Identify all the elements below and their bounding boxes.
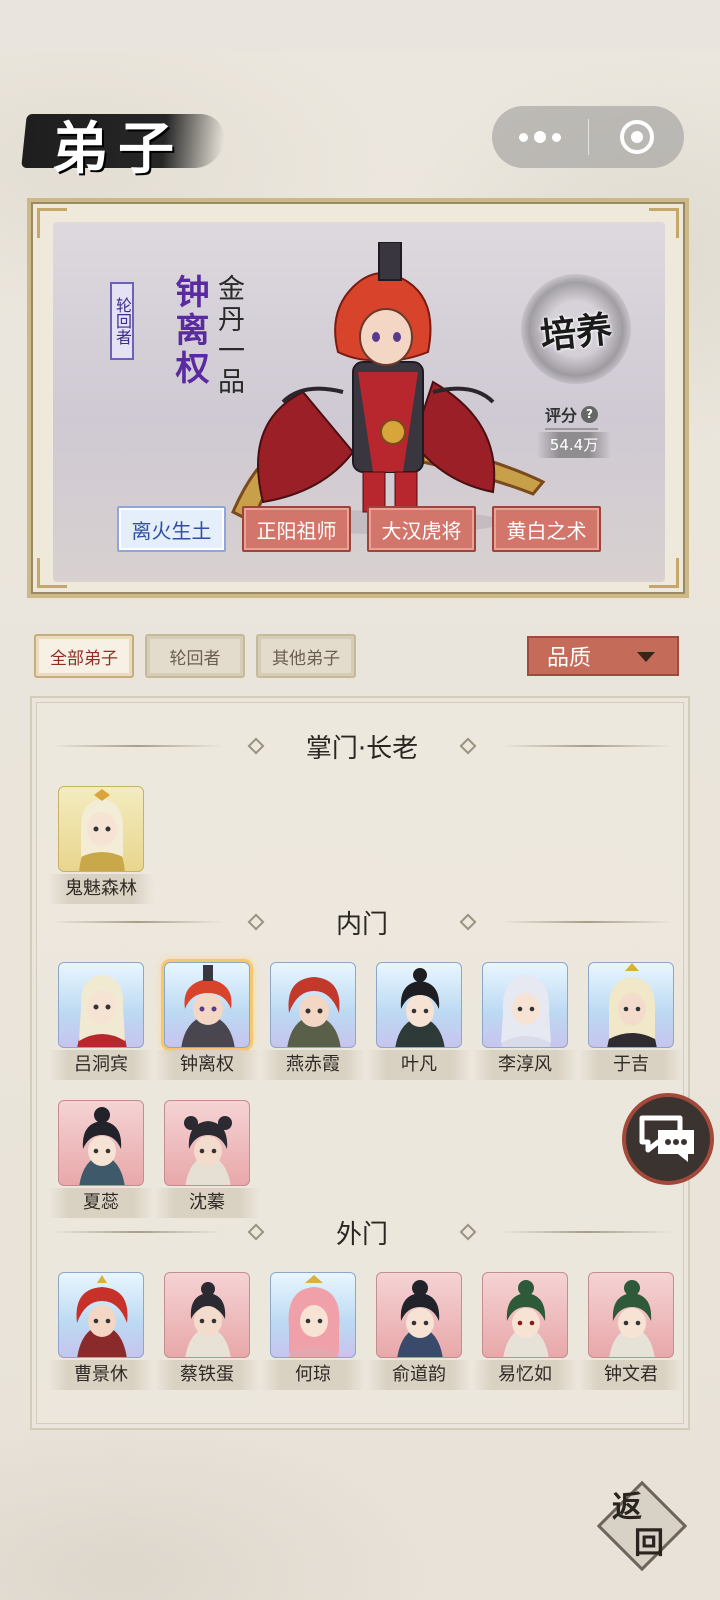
avatar bbox=[164, 962, 250, 1048]
disciple-card[interactable]: 吕洞宾 bbox=[48, 962, 154, 1082]
avatar bbox=[482, 962, 568, 1048]
sort-dropdown[interactable]: 品质 bbox=[527, 636, 679, 676]
divider-line bbox=[502, 745, 672, 747]
avatar bbox=[164, 1272, 250, 1358]
avatar bbox=[376, 962, 462, 1048]
divider-line bbox=[52, 745, 222, 747]
back-label-char: 返 bbox=[612, 1490, 642, 1525]
divider-line bbox=[52, 921, 222, 923]
diamond-icon bbox=[459, 1223, 477, 1241]
trait-badge[interactable]: 正阳祖师 bbox=[242, 506, 351, 552]
more-dots-icon-center bbox=[534, 131, 546, 143]
diamond-icon bbox=[247, 913, 265, 931]
filter-tab-others[interactable]: 其他弟子 bbox=[256, 634, 356, 678]
disciple-card[interactable]: 俞道韵 bbox=[366, 1272, 472, 1392]
divider-line bbox=[52, 1231, 222, 1233]
avatar bbox=[376, 1272, 462, 1358]
diamond-icon bbox=[247, 737, 265, 755]
chat-button[interactable] bbox=[622, 1093, 714, 1185]
disciple-card[interactable]: 易忆如 bbox=[472, 1272, 578, 1392]
disciple-card-selected[interactable]: 钟离权 bbox=[154, 962, 260, 1082]
disciple-name: 燕赤霞 bbox=[260, 1050, 366, 1080]
more-dots-icon-right bbox=[552, 132, 561, 142]
question-icon: ? bbox=[581, 405, 599, 423]
page-title-text: 弟子 bbox=[52, 116, 184, 182]
avatar bbox=[58, 962, 144, 1048]
disciple-card[interactable]: 燕赤霞 bbox=[260, 962, 366, 1082]
miniprogram-capsule bbox=[492, 106, 684, 168]
disciple-name: 叶凡 bbox=[366, 1050, 472, 1080]
trait-badge[interactable]: 黄白之术 bbox=[492, 506, 601, 552]
disciple-name: 钟文君 bbox=[578, 1360, 684, 1390]
section-header: 内门 bbox=[52, 904, 672, 940]
avatar bbox=[58, 1272, 144, 1358]
back-button[interactable]: 返 回 bbox=[596, 1480, 688, 1572]
disciple-card[interactable]: 蔡铁蛋 bbox=[154, 1272, 260, 1392]
page-title: 弟子 bbox=[21, 100, 234, 182]
disciple-name: 鬼魅森林 bbox=[48, 874, 154, 904]
trait-badge[interactable]: 大汉虎将 bbox=[367, 506, 476, 552]
trait-list: 离火生土 正阳祖师 大汉虎将 黄白之术 bbox=[117, 506, 601, 552]
disciple-card[interactable]: 夏蕊 bbox=[48, 1100, 154, 1220]
section-title: 掌门·长老 bbox=[305, 733, 419, 764]
avatar bbox=[588, 1272, 674, 1358]
trait-badge[interactable]: 离火生土 bbox=[117, 506, 226, 552]
close-miniprogram-button[interactable] bbox=[589, 106, 684, 168]
avatar bbox=[58, 1100, 144, 1186]
reincarnator-tag: 轮回者 bbox=[110, 282, 134, 360]
score-help[interactable]: 评分 ? bbox=[545, 402, 599, 430]
divider-line bbox=[502, 1231, 672, 1233]
filter-tab-reincarnators[interactable]: 轮回者 bbox=[145, 634, 245, 678]
diamond-icon bbox=[459, 737, 477, 755]
disciple-name: 吕洞宾 bbox=[48, 1050, 154, 1080]
status-strip bbox=[0, 0, 720, 52]
avatar bbox=[588, 962, 674, 1048]
disciple-name: 李淳风 bbox=[472, 1050, 578, 1080]
more-menu-button[interactable] bbox=[492, 106, 588, 168]
section-header: 外门 bbox=[52, 1214, 672, 1250]
avatar bbox=[164, 1100, 250, 1186]
section-title: 内门 bbox=[335, 909, 388, 940]
disciple-card[interactable]: 何琼 bbox=[260, 1272, 366, 1392]
diamond-icon bbox=[459, 913, 477, 931]
score-value: 54.4万 bbox=[537, 432, 611, 458]
target-circle-icon bbox=[619, 120, 654, 154]
disciple-roster: 掌门·长老 鬼魅森林 内门 吕洞宾 钟离权 燕赤霞 叶凡 李淳风 于吉 夏蕊 沈… bbox=[30, 696, 690, 1430]
hero-card: 轮回者 钟离权 金丹一品 培养 评分 ? 54.4万 离火生土 正阳祖师 大汉虎… bbox=[27, 198, 689, 598]
back-label-char: 回 bbox=[634, 1526, 664, 1561]
chevron-down-icon bbox=[637, 652, 655, 662]
disciple-card[interactable]: 于吉 bbox=[578, 962, 684, 1082]
sort-label: 品质 bbox=[547, 646, 592, 671]
disciple-name: 钟离权 bbox=[154, 1050, 260, 1080]
disciple-name: 俞道韵 bbox=[366, 1360, 472, 1390]
score-label: 评分 bbox=[545, 406, 578, 425]
disciple-name: 曹景休 bbox=[48, 1360, 154, 1390]
section-header: 掌门·长老 bbox=[52, 728, 672, 764]
disciple-card[interactable]: 鬼魅森林 bbox=[48, 786, 154, 906]
disciple-card[interactable]: 叶凡 bbox=[366, 962, 472, 1082]
disciple-name: 于吉 bbox=[578, 1050, 684, 1080]
filter-tab-all[interactable]: 全部弟子 bbox=[34, 634, 134, 678]
section-title: 外门 bbox=[335, 1219, 388, 1250]
divider-line bbox=[502, 921, 672, 923]
disciple-name: 易忆如 bbox=[472, 1360, 578, 1390]
cultivate-button[interactable]: 培养 bbox=[517, 274, 635, 384]
chat-bubble-icon bbox=[639, 1115, 694, 1162]
avatar bbox=[482, 1272, 568, 1358]
hero-portrait-area: 轮回者 钟离权 金丹一品 培养 评分 ? 54.4万 离火生土 正阳祖师 大汉虎… bbox=[53, 222, 665, 582]
disciple-name: 蔡铁蛋 bbox=[154, 1360, 260, 1390]
more-dots-icon bbox=[519, 132, 528, 142]
disciple-card[interactable]: 李淳风 bbox=[472, 962, 578, 1082]
disciple-card[interactable]: 沈蓁 bbox=[154, 1100, 260, 1220]
disciple-name: 何琼 bbox=[260, 1360, 366, 1390]
avatar bbox=[270, 1272, 356, 1358]
diamond-icon bbox=[247, 1223, 265, 1241]
avatar bbox=[58, 786, 144, 872]
disciple-card[interactable]: 钟文君 bbox=[578, 1272, 684, 1392]
disciple-card[interactable]: 曹景休 bbox=[48, 1272, 154, 1392]
back-label: 返 回 bbox=[604, 1490, 684, 1562]
hero-character-art bbox=[231, 242, 546, 534]
avatar bbox=[270, 962, 356, 1048]
